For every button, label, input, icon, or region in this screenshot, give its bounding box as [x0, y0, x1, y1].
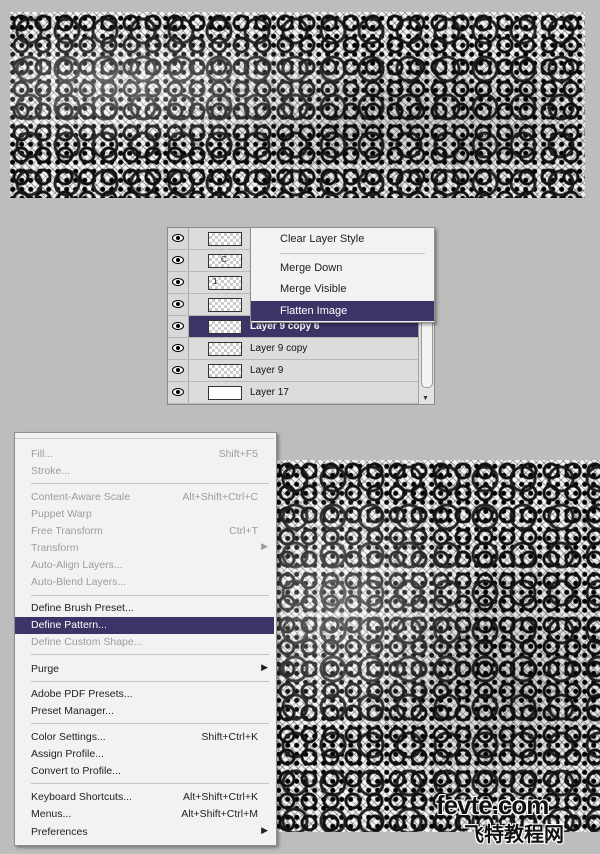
layer-row[interactable]: Layer 9 copy — [168, 338, 418, 360]
layer-name: Layer 9 — [250, 365, 284, 376]
menu-item-label: Content-Aware Scale — [31, 491, 131, 503]
menu-separator — [31, 483, 269, 484]
menu-item-convert-to-profile[interactable]: Convert to Profile... — [15, 763, 274, 780]
layer-name: Layer 17 — [250, 387, 289, 398]
menu-item-label: Clear Layer Style — [280, 233, 365, 245]
menu-item-shortcut: Alt+Shift+Ctrl+M — [181, 808, 258, 820]
menu-item-label: Assign Profile... — [31, 748, 104, 760]
watermark-text: fevte.com — [436, 790, 549, 820]
menu-item-label: Puppet Warp — [31, 508, 92, 520]
layer-thumbnail: C — [208, 254, 242, 268]
menu-item-menus[interactable]: Menus... Alt+Shift+Ctrl+M — [15, 806, 274, 823]
menu-item-shortcut: Alt+Shift+Ctrl+C — [182, 491, 258, 503]
layer-row[interactable]: Layer 9 — [168, 360, 418, 382]
layer-thumbnail — [208, 320, 242, 334]
menu-item-stroke[interactable]: Stroke... — [15, 463, 274, 480]
menu-item-label: Free Transform — [31, 525, 103, 537]
layer-thumbnail — [208, 232, 242, 246]
menu-item-define-pattern[interactable]: Define Pattern... — [15, 617, 274, 634]
menu-item-free-transform[interactable]: Free Transform Ctrl+T — [15, 523, 274, 540]
menu-item-preset-manager[interactable]: Preset Manager... — [15, 703, 274, 720]
layer-name: Layer 9 copy — [250, 343, 308, 354]
menu-item-label: Auto-Align Layers... — [31, 559, 123, 571]
layer-thumbnail — [208, 298, 242, 312]
pattern-preview-image-bottom — [276, 460, 600, 832]
menu-item-label: Menus... — [31, 808, 72, 820]
menu-top-edge — [15, 433, 274, 439]
menu-item-shortcut: Shift+F5 — [218, 448, 258, 460]
menu-separator — [31, 783, 269, 784]
menu-separator — [31, 654, 269, 655]
menu-item-merge-visible[interactable]: Merge Visible — [251, 279, 434, 299]
eye-icon[interactable] — [168, 360, 189, 381]
menu-item-assign-profile[interactable]: Assign Profile... — [15, 746, 274, 763]
menu-item-fill[interactable]: Fill... Shift+F5 — [15, 446, 274, 463]
menu-item-clear-layer-style[interactable]: Clear Layer Style — [251, 229, 434, 249]
menu-item-preferences[interactable]: Preferences ▶ — [15, 824, 274, 841]
menu-item-label: Flatten Image — [280, 305, 348, 317]
menu-item-shortcut: Shift+Ctrl+K — [201, 731, 258, 743]
menu-item-label: Adobe PDF Presets... — [31, 688, 133, 700]
edit-menu: Fill... Shift+F5 Stroke... Content-Aware… — [14, 432, 277, 846]
eye-icon[interactable] — [168, 272, 189, 293]
submenu-arrow-icon: ▶ — [261, 541, 268, 551]
menu-item-label: Stroke... — [31, 465, 71, 477]
menu-item-label: Keyboard Shortcuts... — [31, 791, 132, 803]
menu-item-transform[interactable]: Transform ▶ — [15, 540, 274, 557]
menu-separator — [31, 723, 269, 724]
menu-item-flatten-image[interactable]: Flatten Image — [251, 301, 434, 321]
menu-item-label: Define Pattern... — [31, 619, 107, 631]
menu-item-label: Define Brush Preset... — [31, 602, 134, 614]
submenu-arrow-icon: ▶ — [261, 662, 268, 672]
submenu-arrow-icon: ▶ — [261, 825, 268, 835]
layer-context-menu: Clear Layer Style Merge Down Merge Visib… — [250, 227, 435, 323]
eye-icon[interactable] — [168, 294, 189, 315]
menu-item-color-settings[interactable]: Color Settings... Shift+Ctrl+K — [15, 729, 274, 746]
menu-item-label: Transform — [31, 542, 79, 554]
menu-item-define-custom-shape[interactable]: Define Custom Shape... — [15, 634, 274, 651]
menu-item-merge-down[interactable]: Merge Down — [251, 258, 434, 278]
menu-separator — [31, 595, 269, 596]
menu-item-auto-blend-layers[interactable]: Auto-Blend Layers... — [15, 574, 274, 591]
eye-icon[interactable] — [168, 316, 189, 337]
menu-item-label: Color Settings... — [31, 731, 106, 743]
pattern-preview-image-top — [10, 12, 585, 198]
menu-item-keyboard-shortcuts[interactable]: Keyboard Shortcuts... Alt+Shift+Ctrl+K — [15, 789, 274, 806]
menu-item-define-brush-preset[interactable]: Define Brush Preset... — [15, 600, 274, 617]
eye-icon[interactable] — [168, 382, 189, 403]
layer-thumbnail — [208, 342, 242, 356]
menu-item-adobe-pdf-presets[interactable]: Adobe PDF Presets... — [15, 686, 274, 703]
layer-thumbnail — [208, 364, 242, 378]
menu-item-label: Merge Down — [280, 262, 343, 274]
layer-thumbnail — [208, 386, 242, 400]
layer-thumbnail: 1 — [208, 276, 242, 290]
menu-item-label: Convert to Profile... — [31, 765, 121, 777]
thumbnail-mark: 1 — [213, 277, 218, 286]
watermark-subtext: 飞特教程网 — [464, 822, 564, 846]
scroll-down-arrow-icon[interactable]: ▼ — [422, 395, 429, 402]
menu-item-label: Merge Visible — [280, 283, 347, 295]
menu-item-content-aware-scale[interactable]: Content-Aware Scale Alt+Shift+Ctrl+C — [15, 489, 274, 506]
menu-item-label: Purge — [31, 663, 60, 675]
menu-item-shortcut: Alt+Shift+Ctrl+K — [183, 791, 258, 803]
menu-item-auto-align-layers[interactable]: Auto-Align Layers... — [15, 557, 274, 574]
eye-icon[interactable] — [168, 250, 189, 271]
menu-separator — [280, 253, 425, 254]
menu-item-shortcut: Ctrl+T — [229, 525, 258, 537]
menu-item-label: Define Custom Shape... — [31, 636, 143, 648]
layer-row[interactable]: Layer 17 — [168, 382, 418, 404]
menu-item-puppet-warp[interactable]: Puppet Warp — [15, 506, 274, 523]
menu-item-label: Preset Manager... — [31, 705, 114, 717]
eye-icon[interactable] — [168, 338, 189, 359]
eye-icon[interactable] — [168, 228, 189, 249]
menu-item-label: Auto-Blend Layers... — [31, 576, 127, 588]
menu-item-purge[interactable]: Purge ▶ — [15, 661, 274, 678]
menu-separator — [31, 681, 269, 682]
watermark-logo: fevte.com 飞特教程网 — [436, 790, 596, 846]
menu-item-label: Preferences — [31, 826, 88, 838]
thumbnail-mark: C — [221, 255, 227, 264]
menu-item-label: Fill... — [31, 448, 54, 460]
